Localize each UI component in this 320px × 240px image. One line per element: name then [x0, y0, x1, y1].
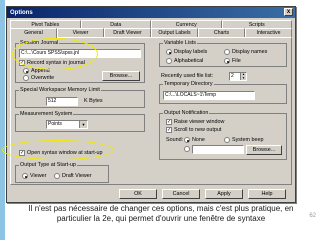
raise-viewer-checkbox[interactable]: ✓	[166, 119, 172, 125]
slide: Options x Pivot Tables Data Currency Scr…	[0, 0, 320, 240]
session-journal-group: Session Journal C:\...\Cours SPSS\spss.j…	[15, 40, 145, 83]
chevron-down-icon: ▼	[79, 121, 87, 128]
sound-file-field[interactable]	[192, 145, 244, 154]
draft-viewer-radio[interactable]	[54, 173, 60, 179]
system-beep-label: System beep	[232, 137, 264, 143]
viewer-label: Viewer	[30, 173, 47, 179]
variable-lists-title: Variable Lists	[163, 40, 197, 46]
record-syntax-checkbox[interactable]: ✓	[19, 60, 25, 66]
close-icon[interactable]: x	[284, 8, 293, 16]
open-syntax-checkbox[interactable]: ✓	[19, 150, 25, 156]
spinner-arrows-icon[interactable]: ▲ ▼	[240, 73, 246, 80]
journal-browse-button[interactable]: Browse...	[102, 71, 140, 81]
append-radio[interactable]	[23, 68, 29, 74]
dialog-title: Options	[10, 9, 33, 16]
tab-draft-viewer[interactable]: Draft Viewer	[104, 28, 151, 37]
sound-none-label: None	[192, 137, 205, 143]
cancel-button[interactable]: Cancel	[162, 189, 200, 199]
display-labels-label: Display labels	[174, 49, 208, 55]
overwrite-label: Overwrite	[31, 75, 55, 81]
variable-lists-group: Variable Lists Display labels Display na…	[159, 40, 287, 67]
measurement-group: Measurement System Points ▼	[15, 111, 145, 132]
slide-accent-bar	[0, 0, 5, 240]
memory-group: Special Workspace Memory Limit 512 K Byt…	[15, 87, 145, 108]
sound-file-radio[interactable]	[184, 146, 190, 152]
file-order-label: File	[232, 58, 241, 64]
display-labels-radio[interactable]	[166, 49, 172, 55]
output-type-group: Output Type at Start-up Viewer Draft Vie…	[15, 162, 109, 183]
memory-unit-label: K Bytes	[84, 98, 103, 104]
slide-caption: Il n'est pas nécessaire de changer ces o…	[28, 204, 294, 223]
tab-row-2: General Viewer Draft Viewer Output Label…	[10, 28, 292, 38]
tab-interactive[interactable]: Interactive	[245, 28, 292, 37]
raise-viewer-label: Raise viewer window	[174, 119, 225, 125]
record-syntax-label: Record syntax in journal	[27, 60, 85, 66]
journal-path-field[interactable]: C:\...\Cours SPSS\spss.jnl	[19, 49, 141, 58]
tab-viewer[interactable]: Viewer	[57, 28, 104, 37]
viewer-radio[interactable]	[22, 173, 28, 179]
open-syntax-label: Open syntax window at start-up	[27, 150, 103, 156]
memory-title: Special Workspace Memory Limit	[19, 87, 101, 93]
ok-button[interactable]: OK	[119, 189, 157, 199]
alphabetical-label: Alphabetical	[174, 58, 204, 64]
draft-viewer-label: Draft Viewer	[62, 173, 92, 179]
display-names-label: Display names	[232, 49, 268, 55]
output-notification-title: Output Notification	[163, 110, 210, 116]
file-order-radio[interactable]	[224, 58, 230, 64]
output-notification-group: Output Notification ✓ Raise viewer windo…	[159, 110, 287, 160]
options-dialog: Options x Pivot Tables Data Currency Scr…	[6, 6, 296, 203]
recent-files-input[interactable]: 2 ▲ ▼	[229, 72, 247, 81]
dialog-titlebar: Options x	[7, 7, 295, 18]
display-names-radio[interactable]	[224, 49, 230, 55]
temp-directory-field[interactable]: C:\...\LOCALS~1\Temp	[163, 91, 255, 100]
memory-input[interactable]: 512	[46, 97, 78, 106]
measurement-value: Points	[48, 121, 62, 127]
output-type-title: Output Type at Start-up	[19, 162, 77, 168]
scroll-output-checkbox[interactable]: ✓	[166, 127, 172, 133]
apply-button[interactable]: Apply	[205, 189, 243, 199]
sound-browse-button[interactable]: Browse...	[246, 145, 282, 155]
scroll-output-label: Scroll to new output	[174, 127, 222, 133]
tab-general[interactable]: General	[10, 28, 57, 38]
measurement-title: Measurement System	[19, 111, 74, 117]
slide-number: 62	[309, 213, 316, 219]
sound-label: Sound:	[166, 137, 184, 143]
general-tab-panel: Session Journal C:\...\Cours SPSS\spss.j…	[10, 37, 292, 185]
overwrite-radio[interactable]	[23, 75, 29, 81]
alphabetical-radio[interactable]	[166, 58, 172, 64]
append-label: Append	[31, 68, 50, 74]
tab-output-labels[interactable]: Output Labels	[151, 28, 198, 37]
system-beep-radio[interactable]	[224, 137, 230, 143]
help-button[interactable]: Help	[248, 189, 286, 199]
session-journal-title: Session Journal	[19, 40, 60, 46]
tab-charts[interactable]: Charts	[198, 28, 245, 37]
temp-directory-group: Temporary Directory C:\...\LOCALS~1\Temp	[159, 81, 287, 104]
temp-directory-title: Temporary Directory	[163, 81, 214, 87]
recent-files-label: Recently used file list:	[161, 73, 214, 79]
sound-none-radio[interactable]	[184, 137, 190, 143]
recent-files-value: 2	[231, 73, 234, 79]
measurement-select[interactable]: Points ▼	[46, 120, 88, 129]
